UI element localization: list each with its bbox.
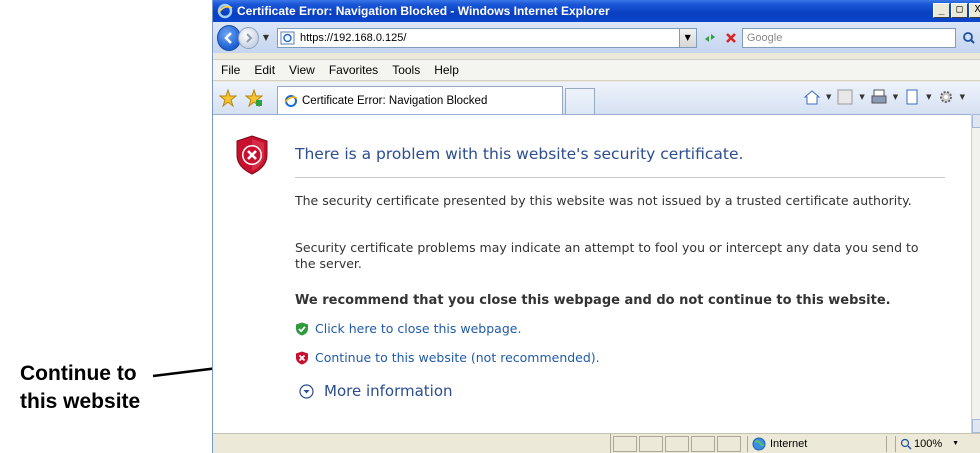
window-controls: _ □ X: [933, 3, 980, 18]
maximize-button[interactable]: □: [951, 3, 968, 18]
status-cell: [717, 435, 741, 452]
recommendation-text: We recommend that you close this webpage…: [295, 293, 891, 308]
status-cell: [665, 435, 689, 452]
menu-help[interactable]: Help: [434, 63, 459, 77]
address-url: https://192.168.0.125/: [299, 31, 407, 44]
address-dropdown-icon[interactable]: ▼: [678, 27, 697, 48]
cert-issue-paragraph: The security certificate presented by th…: [295, 193, 912, 208]
title-bar[interactable]: Certificate Error: Navigation Blocked - …: [213, 0, 980, 22]
close-button[interactable]: X: [969, 3, 980, 18]
page-content: There is a problem with this website's s…: [213, 114, 973, 433]
refresh-button[interactable]: [701, 28, 720, 48]
home-dropdown-icon[interactable]: ▼: [826, 93, 831, 101]
zoom-control[interactable]: 100% ▼: [895, 435, 959, 452]
status-cell: [639, 435, 663, 452]
print-icon[interactable]: [870, 88, 888, 106]
page-menu-icon[interactable]: [903, 88, 921, 106]
red-shield-icon: [296, 351, 308, 364]
continue-website-link[interactable]: Continue to this website (not recommende…: [295, 350, 600, 365]
forward-arrow-icon: [245, 32, 252, 43]
green-shield-icon: [296, 322, 308, 335]
close-webpage-link[interactable]: Click here to close this webpage.: [295, 321, 521, 336]
home-icon[interactable]: [803, 88, 821, 106]
scroll-up-button[interactable]: [972, 114, 980, 128]
stop-icon: [725, 32, 736, 43]
browser-window: Certificate Error: Navigation Blocked - …: [212, 0, 980, 453]
error-shield-icon: [236, 135, 268, 175]
new-tab-button[interactable]: [565, 88, 595, 114]
stop-button[interactable]: [721, 28, 740, 48]
callout-line-1: Continue to: [20, 362, 137, 385]
search-icon: [962, 31, 975, 44]
callout-label: Continue to this website: [20, 360, 170, 416]
more-information-text: More information: [324, 382, 453, 400]
address-toolbar: ▼ https://192.168.0.125/ ▼ Google: [213, 22, 980, 53]
heading-divider: [295, 177, 945, 178]
vertical-scrollbar[interactable]: [971, 114, 980, 433]
close-webpage-link-text: Click here to close this webpage.: [315, 321, 522, 336]
refresh-icon: [705, 33, 716, 42]
status-bar: Internet 100% ▼: [213, 433, 980, 453]
more-information-toggle[interactable]: More information: [299, 382, 453, 400]
search-input[interactable]: Google: [741, 27, 956, 48]
cert-warning-paragraph: Security certificate problems may indica…: [295, 240, 919, 271]
callout-line-2: this website: [20, 390, 141, 413]
feeds-icon[interactable]: [836, 88, 854, 106]
expand-chevron-icon: [299, 383, 314, 399]
tools-dropdown-icon[interactable]: ▼: [960, 93, 965, 101]
menu-file[interactable]: File: [221, 63, 240, 77]
feeds-dropdown-icon[interactable]: ▼: [859, 93, 864, 101]
zoom-level: 100%: [914, 437, 943, 450]
globe-icon: [752, 437, 766, 450]
page-icon: [280, 31, 295, 44]
add-favorites-icon[interactable]: [245, 89, 263, 107]
tools-gear-icon[interactable]: [937, 88, 955, 106]
scroll-down-button[interactable]: [972, 419, 980, 433]
zoom-dropdown-icon[interactable]: ▼: [952, 440, 959, 447]
favorites-star-icon[interactable]: [219, 89, 237, 107]
security-zone[interactable]: Internet: [747, 435, 887, 452]
menu-favorites[interactable]: Favorites: [329, 63, 378, 77]
ie-logo-icon: [217, 3, 233, 19]
tab-label: Certificate Error: Navigation Blocked: [302, 94, 488, 107]
continue-website-link-text: Continue to this website (not recommende…: [315, 350, 600, 365]
menu-view[interactable]: View: [289, 63, 315, 77]
forward-button[interactable]: [238, 26, 259, 49]
search-button[interactable]: [958, 28, 980, 48]
back-arrow-icon: [224, 31, 233, 44]
tab-bar: Certificate Error: Navigation Blocked ▼ …: [213, 82, 980, 114]
minimize-button[interactable]: _: [933, 3, 950, 18]
history-dropdown-icon[interactable]: ▼: [263, 33, 269, 42]
page-dropdown-icon[interactable]: ▼: [926, 93, 931, 101]
command-bar: ▼ ▼ ▼ ▼ ▼: [803, 88, 965, 106]
menu-bar: File Edit View Favorites Tools Help: [213, 59, 980, 81]
zone-label: Internet: [770, 437, 808, 450]
status-text-area: [213, 434, 611, 453]
address-input[interactable]: https://192.168.0.125/ ▼: [276, 27, 697, 48]
zoom-icon: [900, 438, 912, 449]
ie-tab-icon: [284, 94, 298, 107]
status-cell: [613, 435, 637, 452]
window-title: Certificate Error: Navigation Blocked - …: [237, 4, 610, 18]
menu-edit[interactable]: Edit: [254, 63, 275, 77]
menu-tools[interactable]: Tools: [392, 63, 420, 77]
status-cell: [691, 435, 715, 452]
error-heading: There is a problem with this website's s…: [295, 145, 744, 163]
print-dropdown-icon[interactable]: ▼: [893, 93, 898, 101]
tab-certificate-error[interactable]: Certificate Error: Navigation Blocked: [277, 86, 563, 114]
